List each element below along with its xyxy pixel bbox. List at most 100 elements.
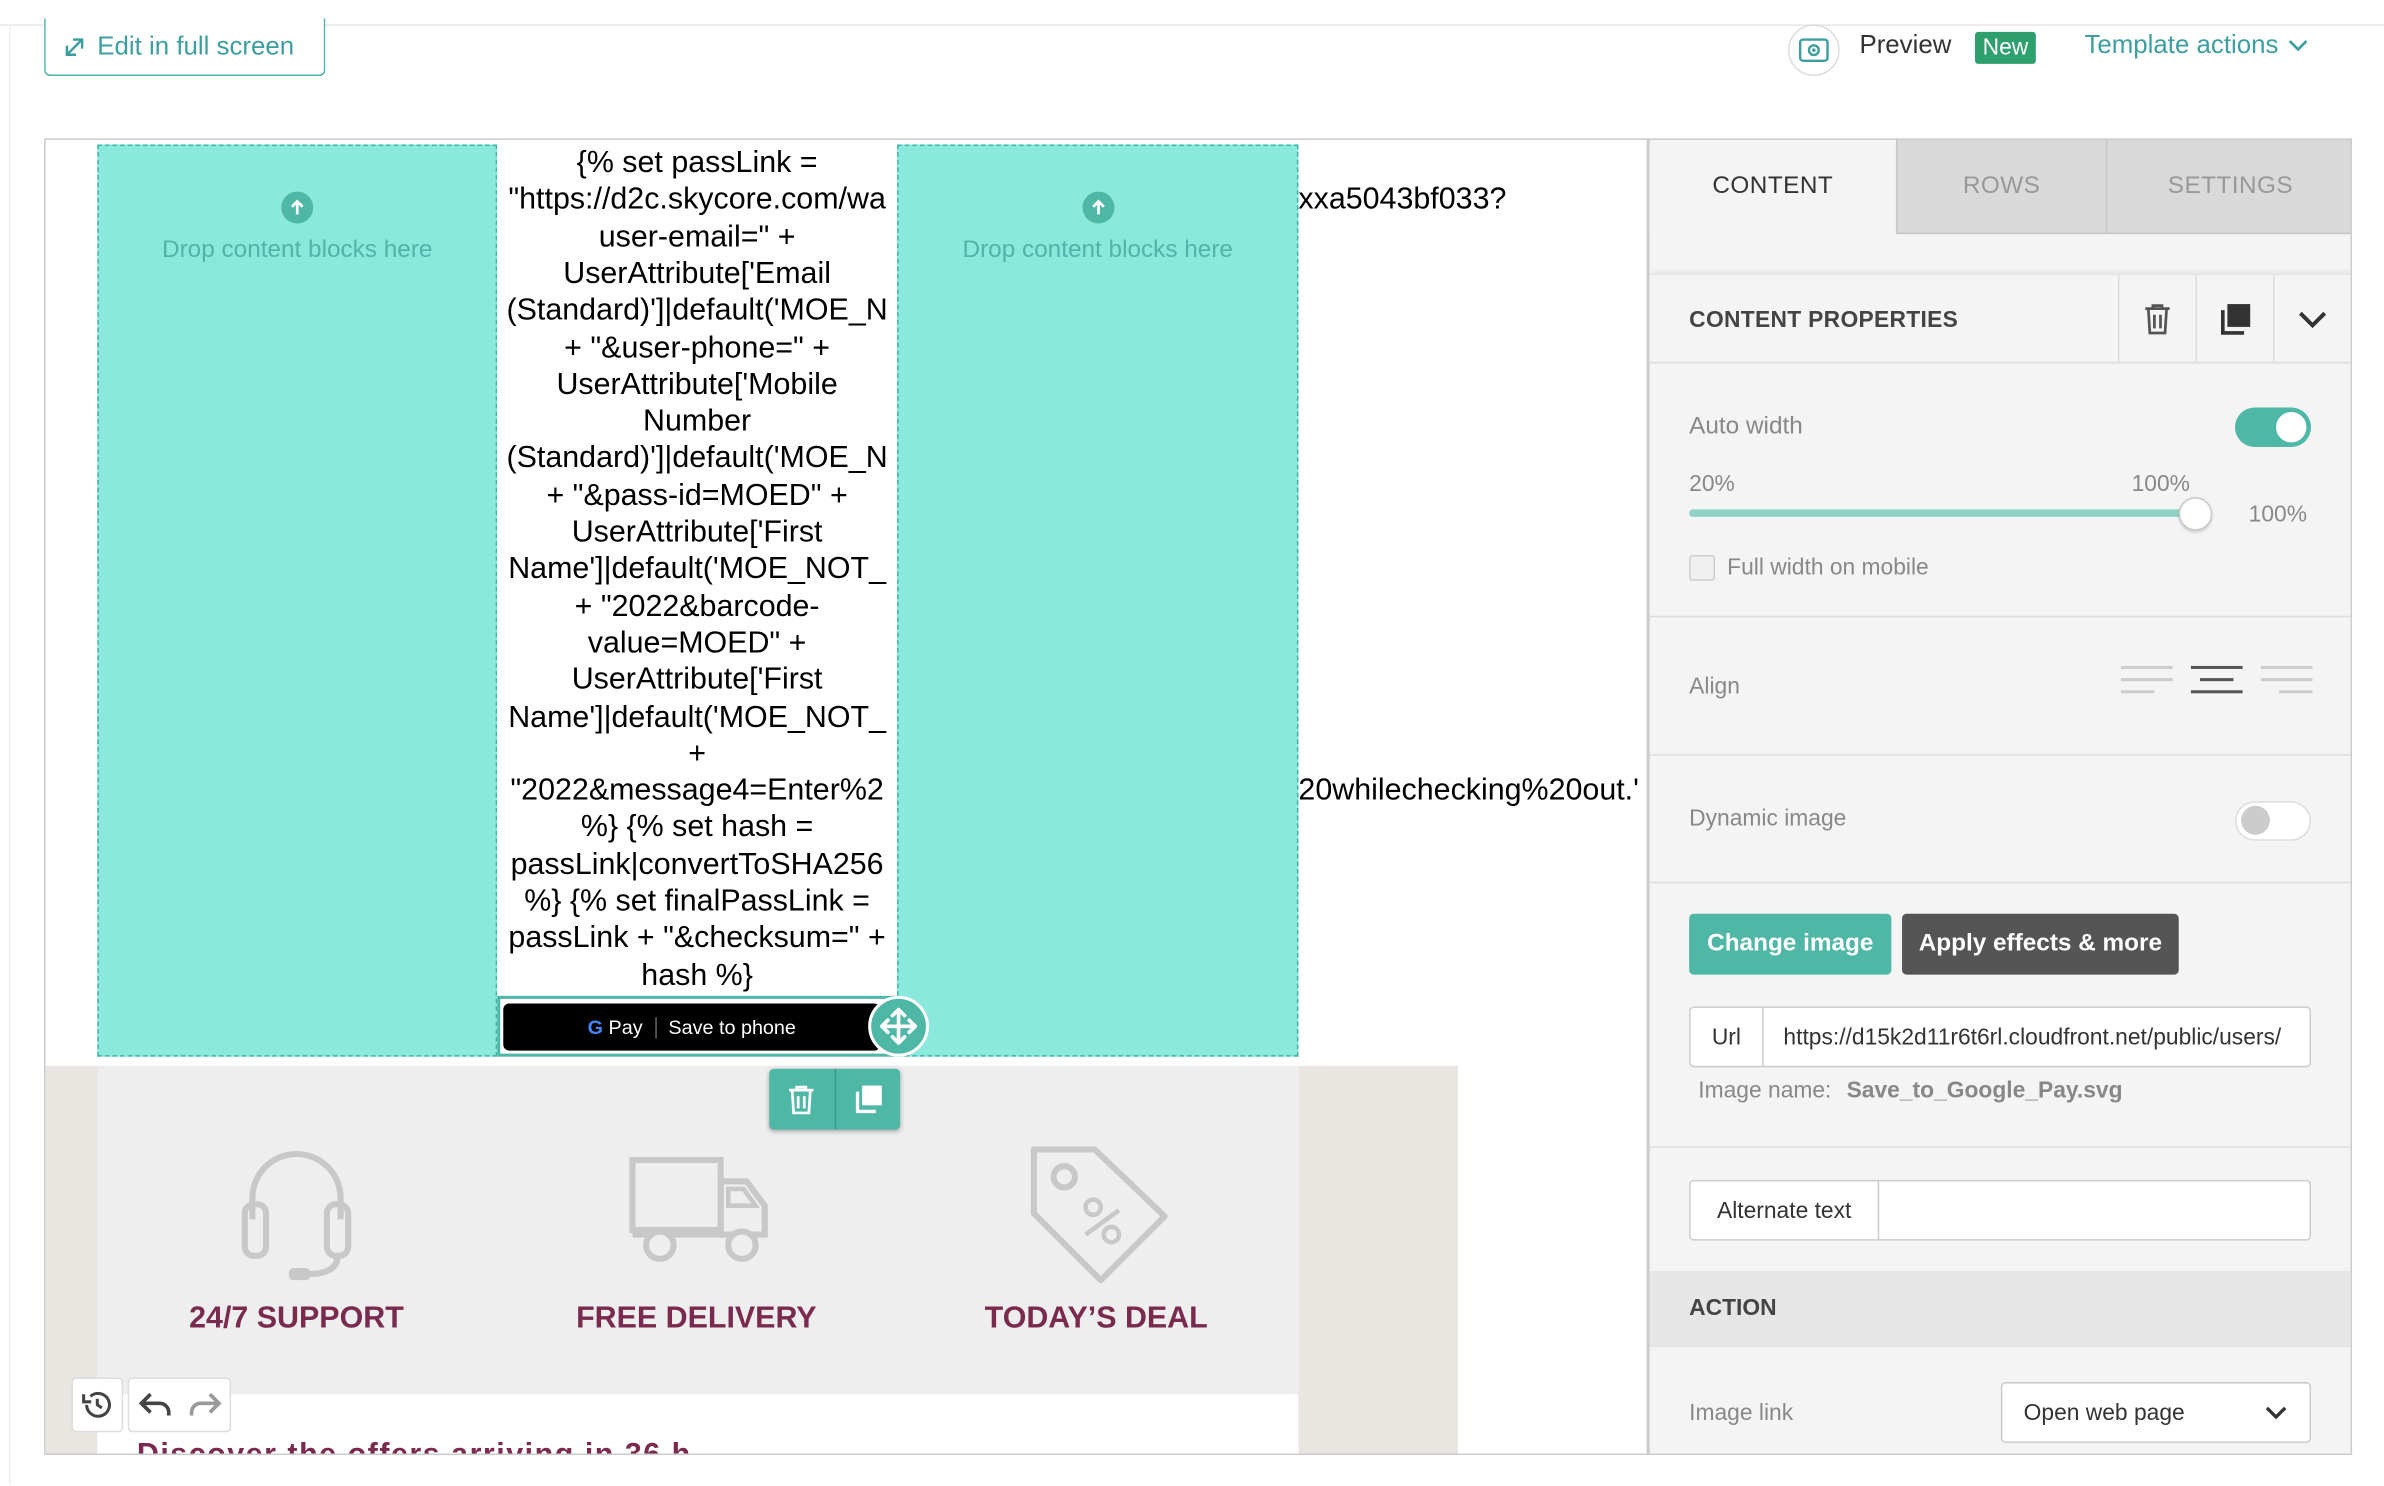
feature-label: TODAY’S DEAL (984, 1301, 1208, 1335)
code-line: UserAttribute['Email (563, 256, 831, 291)
google-pay-button-image[interactable]: G Pay Save to phone (503, 1003, 881, 1051)
code-line: + "&user-phone=" + (564, 330, 831, 365)
code-line: UserAttribute['Mobile (556, 367, 838, 402)
history-button[interactable] (71, 1377, 124, 1433)
preview-eye-button[interactable] (1787, 24, 1840, 77)
drop-zone-right[interactable]: Drop content blocks here (897, 144, 1299, 1057)
image-name: Image name: Save_to_Google_Pay.svg (1698, 1077, 2123, 1104)
slider-max-label: 100% (2131, 471, 2190, 498)
new-badge: New (1974, 31, 2036, 64)
divider (1649, 754, 2351, 756)
delete-block-button[interactable] (769, 1069, 834, 1130)
auto-width-toggle[interactable] (2234, 407, 2312, 447)
undo-redo-group (127, 1377, 232, 1433)
slider-min-label: 20% (1689, 471, 1735, 498)
feature-label: FREE DELIVERY (576, 1301, 817, 1335)
align-label: Align (1689, 673, 1740, 700)
code-line: (Standard)']|default('MOE_N (506, 293, 888, 328)
content-properties-title: CONTENT PROPERTIES (1689, 307, 1959, 333)
url-field: Url https://d15k2d11r6t6rl.cloudfront.ne… (1689, 1006, 2312, 1068)
move-handle[interactable] (868, 995, 929, 1057)
url-input[interactable]: https://d15k2d11r6t6rl.cloudfront.net/pu… (1764, 1008, 2310, 1066)
divider (1649, 881, 2351, 884)
eye-icon (1798, 38, 1829, 63)
code-line: "https://d2c.skycore.com/wa (508, 182, 886, 217)
full-width-mobile-label: Full width on mobile (1727, 554, 1929, 581)
block-toolbar (769, 1068, 901, 1130)
content-properties-header: CONTENT PROPERTIES (1649, 275, 2351, 364)
code-text-block[interactable]: {% set passLink = "https://d2c.skycore.co… (497, 144, 898, 996)
collapse-button[interactable] (2272, 275, 2351, 364)
gpay-divider (654, 1016, 657, 1038)
divider (1649, 615, 2351, 618)
width-slider-handle[interactable] (2178, 497, 2213, 531)
preview-link[interactable]: Preview (1859, 30, 1951, 60)
align-right-button[interactable] (2260, 665, 2313, 694)
tab-content[interactable]: CONTENT (1649, 139, 1896, 235)
align-left-button[interactable] (2120, 665, 2173, 694)
code-line: {% set passLink = (576, 145, 818, 180)
code-line: %} {% set finalPassLink = (524, 884, 870, 919)
duplicate-content-button[interactable] (2195, 275, 2273, 364)
overflow-code-text: xxa5043bf033? (1298, 182, 1507, 216)
selected-image-block[interactable]: G Pay Save to phone (497, 995, 899, 1057)
divider (1649, 1146, 2351, 1148)
code-line: (Standard)']|default('MOE_N (506, 441, 888, 475)
truck-icon (628, 1156, 771, 1273)
chevron-down-icon (2298, 311, 2327, 329)
feature-label: 24/7 SUPPORT (189, 1301, 404, 1335)
delete-content-button[interactable] (2117, 275, 2196, 364)
tab-rows[interactable]: ROWS (1895, 139, 2106, 235)
drop-zone-text: Drop content blocks here (962, 237, 1233, 264)
auto-width-label: Auto width (1689, 413, 1803, 440)
upload-arrow-icon (1081, 191, 1114, 224)
full-width-mobile-checkbox[interactable] (1689, 554, 1716, 581)
editor-canvas[interactable]: Drop content blocks here {% set passLink… (44, 138, 1649, 1456)
code-line: value=MOED" + (587, 626, 807, 660)
duplicate-icon (855, 1085, 882, 1114)
code-line: user-email=" + (598, 219, 796, 254)
overflow-code-text: 20whilechecking%20out.' (1298, 773, 1639, 808)
drop-zone-text: Drop content blocks here (162, 237, 433, 264)
action-section-header: ACTION (1649, 1271, 2351, 1348)
code-line: passLink + "&checksum=" + (508, 921, 886, 956)
chevron-down-icon (2265, 1406, 2287, 1420)
image-name-value: Save_to_Google_Pay.svg (1846, 1077, 2123, 1104)
duplicate-block-button[interactable] (833, 1068, 900, 1130)
apply-effects-button[interactable]: Apply effects & more (1902, 913, 2179, 975)
image-link-select[interactable]: Open web page (2000, 1382, 2312, 1443)
gpay-label: Save to phone (668, 1015, 796, 1039)
edit-fullscreen-label: Edit in full screen (97, 31, 295, 61)
alt-text-label: Alternate text (1690, 1181, 1880, 1240)
code-line: %} {% set hash = (580, 810, 814, 845)
code-line: Name']|default('MOE_NOT_ (508, 552, 886, 586)
chevron-down-icon (2288, 40, 2307, 52)
history-icon (82, 1391, 111, 1418)
code-line: Name']|default('MOE_NOT_ (508, 700, 886, 734)
redo-icon[interactable] (188, 1391, 221, 1418)
trash-icon (789, 1085, 814, 1115)
template-actions-label: Template actions (2084, 30, 2279, 60)
headset-icon (240, 1143, 353, 1290)
edit-fullscreen-button[interactable]: Edit in full screen (44, 18, 326, 77)
change-image-button[interactable]: Change image (1689, 913, 1892, 975)
drop-zone-left[interactable]: Drop content blocks here (97, 144, 498, 1057)
undo-icon[interactable] (138, 1391, 171, 1418)
slider-value-label: 100% (2248, 501, 2308, 528)
dynamic-image-label: Dynamic image (1689, 805, 1847, 832)
top-divider (0, 24, 2384, 26)
width-slider-track[interactable] (1689, 509, 2196, 517)
template-actions-dropdown[interactable]: Template actions (2084, 30, 2307, 60)
next-row-heading: Discover the offers arriving in 36 h (137, 1438, 692, 1453)
history-toolbar (71, 1377, 232, 1433)
dynamic-image-toggle[interactable] (2234, 801, 2312, 841)
expand-icon (65, 37, 84, 56)
align-center-button[interactable] (2190, 665, 2243, 694)
tab-settings[interactable]: SETTINGS (2105, 139, 2351, 235)
upload-arrow-icon (281, 191, 314, 224)
code-line: "2022&message4=Enter%2 (510, 774, 884, 808)
move-arrows-icon (880, 1007, 918, 1045)
code-line: hash %} (641, 958, 753, 993)
alt-text-field: Alternate text (1689, 1179, 2312, 1241)
alt-text-input[interactable] (1879, 1181, 2309, 1239)
